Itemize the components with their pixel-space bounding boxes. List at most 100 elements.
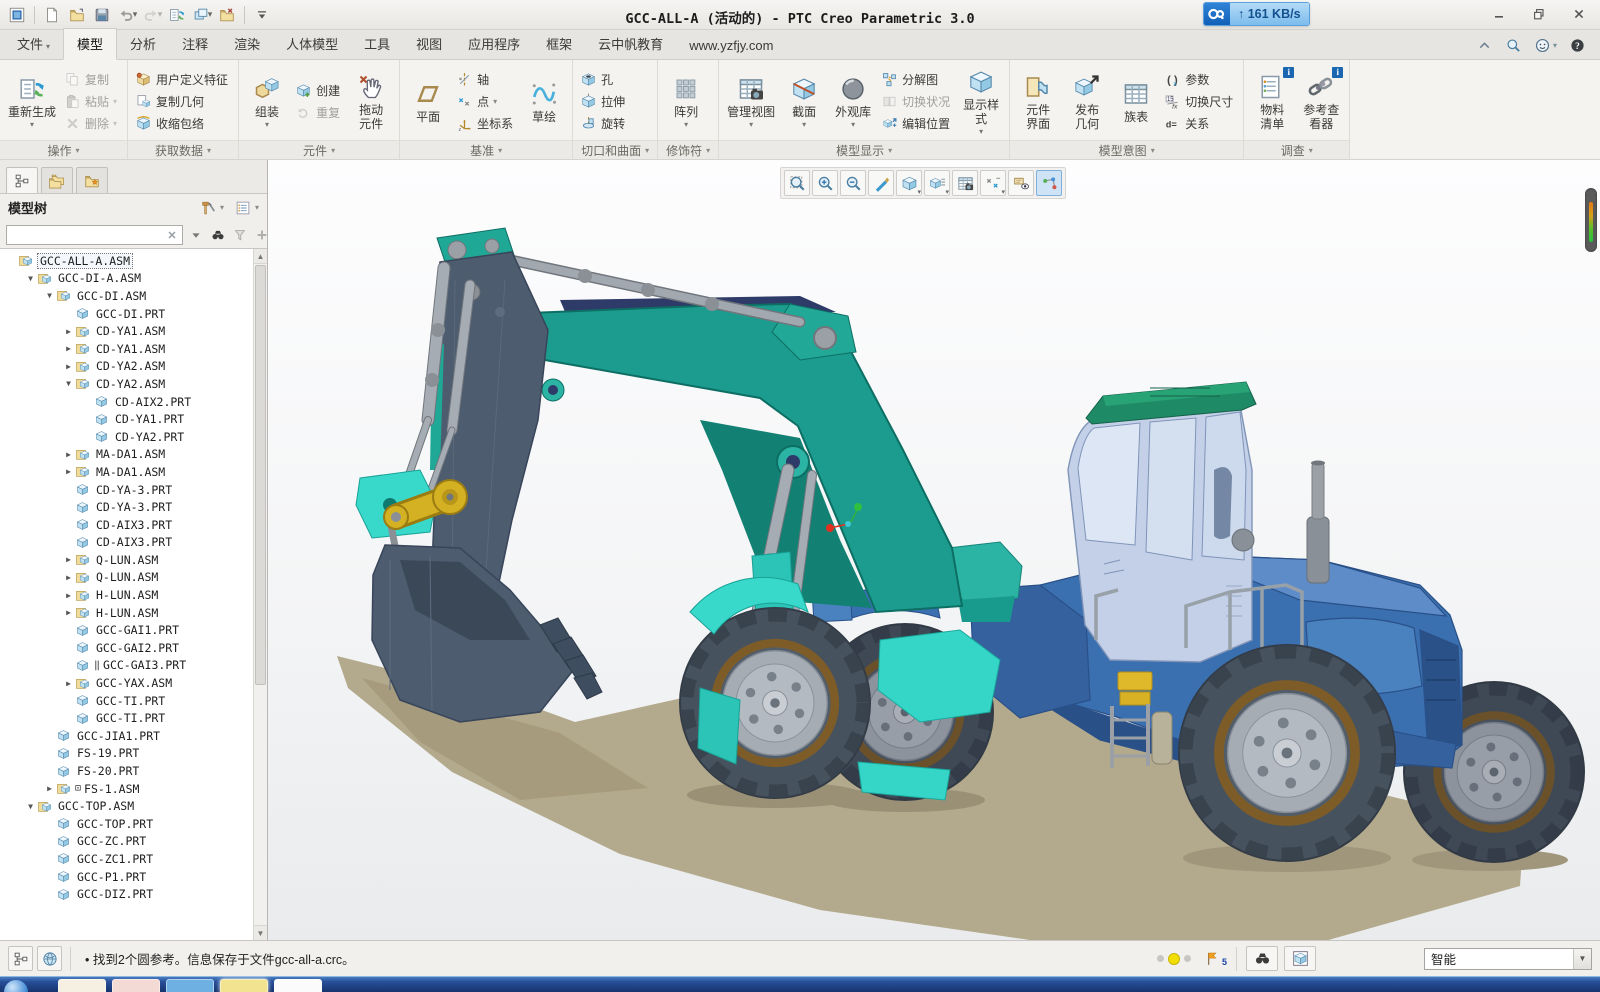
tree-item[interactable]: CD-AIX3.PRT [0, 516, 253, 534]
start-button[interactable] [4, 980, 28, 992]
tab-文件[interactable]: 文件▾ [4, 29, 63, 59]
ribbon-button-repeat[interactable]: 重复 [293, 102, 345, 123]
refit-button[interactable] [784, 170, 810, 196]
search-history-button[interactable] [188, 227, 204, 243]
tree-item[interactable]: ▶MA-DA1.ASM [0, 446, 253, 464]
tree-item[interactable]: CD-AIX2.PRT [0, 393, 253, 411]
tree-item[interactable]: ▼GCC-DI.ASM [0, 287, 253, 305]
taskbar-app-1[interactable] [58, 979, 106, 992]
help-button[interactable]: ? [1569, 37, 1586, 54]
tree-item[interactable]: GCC-GAI2.PRT [0, 639, 253, 657]
ribbon-button-bom[interactable]: i物料 清单 [1249, 69, 1295, 134]
ribbon-button-copy[interactable]: 复制 [62, 69, 122, 90]
ribbon-button-toggle-status[interactable]: 切换状况 [879, 91, 955, 112]
taskbar-app-5[interactable] [274, 979, 322, 992]
tab-分析[interactable]: 分析 [117, 29, 169, 59]
close-window-button[interactable] [215, 3, 239, 27]
ribbon-button-relations[interactable]: d=关系 [1162, 113, 1238, 134]
tree-item[interactable]: ▶GCC-YAX.ASM [0, 674, 253, 692]
expand-toggle-icon[interactable]: ▶ [62, 555, 75, 564]
restore-button[interactable] [1526, 4, 1552, 24]
tree-item[interactable]: ▶CD-YA1.ASM [0, 322, 253, 340]
find-button[interactable] [210, 227, 226, 243]
ribbon-button-reference-viewer[interactable]: i参考查 看器 [1298, 69, 1344, 134]
ribbon-button-copy-geometry[interactable]: 复制几何 [133, 91, 233, 112]
window-switch-button[interactable]: ▾ [190, 3, 214, 27]
tab-注释[interactable]: 注释 [169, 29, 221, 59]
regenerate-quick-button[interactable] [165, 3, 189, 27]
ribbon-button-datum-csys[interactable]: z坐标系 [454, 113, 518, 134]
tree-item[interactable]: ▶H-LUN.ASM [0, 586, 253, 604]
folder-browser-tab[interactable] [41, 167, 73, 193]
expand-toggle-icon[interactable]: ▼ [24, 802, 37, 811]
tree-item[interactable]: GCC-P1.PRT [0, 868, 253, 886]
ribbon-button-parameters[interactable]: ()x参数 [1162, 69, 1238, 90]
tree-item[interactable]: ▶Q-LUN.ASM [0, 551, 253, 569]
tree-item[interactable]: ‖GCC-GAI3.PRT [0, 657, 253, 675]
ribbon-button-revolve[interactable]: 旋转 [578, 113, 630, 134]
saved-orientations-button[interactable]: ▾ [924, 170, 950, 196]
ribbon-group-label[interactable]: 切口和曲面▾ [573, 140, 657, 159]
tree-item[interactable]: GCC-JIA1.PRT [0, 727, 253, 745]
ribbon-group-label[interactable]: 模型意图▾ [1010, 140, 1243, 159]
tab-模型[interactable]: 模型 [63, 28, 117, 60]
ribbon-button-publish-geometry[interactable]: 发布 几何 [1064, 69, 1110, 134]
tree-item[interactable]: CD-YA-3.PRT [0, 481, 253, 499]
ribbon-group-label[interactable]: 获取数据▾ [128, 140, 238, 159]
customize-quick-access-button[interactable] [250, 3, 274, 27]
ribbon-group-label[interactable]: 基准▾ [400, 140, 572, 159]
ribbon-group-label[interactable]: 模型显示▾ [719, 140, 1009, 159]
ribbon-button-assemble[interactable]: 组装▾ [244, 71, 290, 131]
ribbon-button-sketch[interactable]: 草绘 [521, 76, 567, 127]
spin-center-button[interactable] [1036, 170, 1062, 196]
tree-item[interactable]: GCC-DIZ.PRT [0, 885, 253, 903]
selection-filter-caret-icon[interactable]: ▼ [1573, 949, 1591, 969]
favorites-tab[interactable] [76, 167, 108, 193]
tree-item[interactable]: CD-YA-3.PRT [0, 498, 253, 516]
ribbon-button-edit-position[interactable]: 编辑位置 [879, 113, 955, 134]
tree-item[interactable]: ▶MA-DA1.ASM [0, 463, 253, 481]
tree-item[interactable]: ▶⊡FS-1.ASM [0, 780, 253, 798]
tree-item[interactable]: ▶CD-YA1.ASM [0, 340, 253, 358]
clear-search-icon[interactable] [166, 229, 178, 241]
selection-filter-combo[interactable]: 智能 ▼ [1424, 948, 1592, 970]
tree-item[interactable]: ▼GCC-TOP.ASM [0, 797, 253, 815]
tab-渲染[interactable]: 渲染 [221, 29, 273, 59]
scroll-thumb[interactable] [255, 265, 266, 685]
netdisk-speed-badge[interactable]: ↑ 161 KB/s [1203, 2, 1310, 26]
new-file-button[interactable] [40, 3, 64, 27]
ribbon-button-datum-point[interactable]: 点▾ [454, 91, 518, 112]
tree-item[interactable]: GCC-ALL-A.ASM [0, 252, 253, 270]
ribbon-button-create-component[interactable]: 创建 [293, 80, 345, 101]
ribbon-button-appearance[interactable]: 外观库▾ [830, 71, 876, 131]
tree-search-box[interactable] [6, 225, 183, 245]
viewport-3d-model[interactable] [268, 160, 1600, 940]
tree-display-options-button[interactable]: ▾ [234, 199, 259, 217]
toggle-browser-button[interactable] [37, 946, 62, 971]
app-button[interactable] [5, 3, 29, 27]
expand-toggle-icon[interactable]: ▶ [62, 450, 75, 459]
ribbon-button-component-interface[interactable]: 元件 界面 [1015, 69, 1061, 134]
tab-应用程序[interactable]: 应用程序 [455, 29, 533, 59]
ribbon-button-delete[interactable]: 删除▾ [62, 113, 122, 134]
tree-item[interactable]: ▶H-LUN.ASM [0, 604, 253, 622]
ribbon-button-datum-axis[interactable]: 轴 [454, 69, 518, 90]
ribbon-button-datum-plane[interactable]: 平面 [405, 76, 451, 127]
ribbon-button-paste[interactable]: 粘贴▾ [62, 91, 122, 112]
undo-button[interactable]: ▾ [115, 3, 139, 27]
search-model-button[interactable] [1246, 946, 1278, 971]
select-items-button[interactable] [1284, 946, 1316, 971]
zoom-out-button[interactable] [840, 170, 866, 196]
ribbon-button-switch-dims[interactable]: 15fx切换尺寸 [1162, 91, 1238, 112]
ribbon-button-shrinkwrap[interactable]: 收缩包络 [133, 113, 233, 134]
ribbon-button-pattern[interactable]: 阵列▾ [663, 71, 709, 131]
tab-视图[interactable]: 视图 [403, 29, 455, 59]
expand-toggle-icon[interactable]: ▶ [62, 344, 75, 353]
ribbon-group-label[interactable]: 调查▾ [1244, 140, 1349, 159]
tree-item[interactable]: GCC-GAI1.PRT [0, 621, 253, 639]
ribbon-button-regenerate[interactable]: 重新生成▾ [5, 71, 59, 131]
model-tree-tab[interactable] [6, 167, 38, 193]
display-style-button[interactable]: ▾ [896, 170, 922, 196]
expand-toggle-icon[interactable]: ▶ [62, 608, 75, 617]
ribbon-group-label[interactable]: 操作▾ [0, 140, 127, 159]
